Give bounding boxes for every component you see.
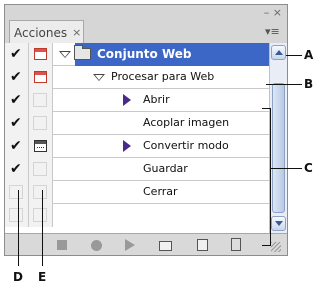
callout-b: B [304,77,314,91]
collapse-triangle-icon[interactable] [93,74,105,81]
checkmark-icon: ✔ [10,161,22,177]
callout-d: D [13,270,23,284]
minimize-icon[interactable]: – [264,6,270,19]
toggle-item-cell[interactable]: ✔ [5,158,29,181]
tab-close-icon[interactable]: × [72,26,81,39]
dialog-toggle-cell[interactable] [29,89,53,112]
callout-bracket-c-top [262,108,271,109]
dialog-toggle-cell[interactable] [29,112,53,135]
list-filler [5,204,269,227]
toggle-item-cell[interactable]: ✔ [5,112,29,135]
checkmark-icon: ✔ [10,69,22,85]
callout-bracket-c-bottom [262,245,271,246]
dialog-toggle-cell[interactable] [29,43,53,66]
callout-line-e [42,190,43,266]
toggle-item-cell[interactable]: ✔ [5,43,29,66]
folder-icon [74,45,91,60]
toggle-item-cell[interactable] [5,181,29,204]
actions-panel: Acciones × – × ▾≡ ✔ Conjunto Web ✔ Proce… [4,4,288,256]
window-buttons: – × [264,6,282,19]
new-action-icon[interactable] [197,239,208,251]
empty-cell [5,204,29,227]
toggle-item-cell[interactable]: ✔ [5,89,29,112]
command-label: Cerrar [143,185,178,198]
toggle-item-cell[interactable]: ✔ [5,66,29,89]
checkmark-icon: ✔ [10,138,22,154]
actions-toolbar [5,233,287,255]
dialog-off-icon [33,116,47,130]
checkmark-icon: ✔ [10,46,22,62]
list-item-command[interactable]: ✔ Convertir modo [5,135,269,158]
dialog-off-icon [33,162,47,176]
collapse-triangle-icon[interactable] [59,51,71,58]
new-set-icon[interactable] [159,241,172,251]
callout-line-c [270,168,302,169]
check-off-icon [9,208,23,222]
check-off-icon [9,185,23,199]
checkmark-icon: ✔ [10,92,22,108]
list-item-action[interactable]: ✔ Procesar para Web [5,66,269,89]
set-highlight: Conjunto Web [74,43,269,66]
dialog-toggle-cell[interactable] [29,135,53,158]
callout-a: A [304,48,314,62]
action-label: Procesar para Web [111,70,215,83]
dialog-off-icon [33,208,47,222]
dialog-toggle-cell[interactable] [29,66,53,89]
command-label: Abrir [143,93,170,106]
dialog-toggle-cell[interactable] [29,158,53,181]
callout-e: E [38,270,47,284]
dialog-off-icon [33,185,47,199]
close-icon[interactable]: × [273,6,282,19]
tab-label: Acciones [14,25,68,40]
command-label: Acoplar imagen [143,116,230,129]
command-label: Convertir modo [143,139,229,152]
callout-bracket-c [270,108,271,246]
record-icon[interactable] [91,240,102,251]
expand-triangle-icon[interactable] [123,140,131,152]
checkmark-icon: ✔ [10,115,22,131]
panel-menu-icon[interactable]: ▾≡ [265,25,281,39]
resize-grip-icon[interactable] [271,242,281,252]
scroll-down-icon[interactable] [271,216,286,231]
tab-acciones[interactable]: Acciones × [9,20,84,44]
expand-triangle-icon[interactable] [123,94,131,106]
stop-icon[interactable] [57,240,67,250]
callout-line-d [18,190,19,266]
dialog-toggle-cell[interactable] [29,181,53,204]
list-item-command[interactable]: ✔ Abrir [5,89,269,112]
trash-icon[interactable] [231,238,241,251]
scroll-up-icon[interactable] [271,45,286,60]
list-item-command[interactable]: ✔ Acoplar imagen [5,112,269,135]
dialog-on-icon [34,140,47,152]
callout-line-b [266,84,302,85]
panel-tabstrip: Acciones × – × ▾≡ [5,5,287,44]
set-label: Conjunto Web [97,47,192,61]
list-item-set[interactable]: ✔ Conjunto Web [5,43,269,66]
toggle-item-cell[interactable]: ✔ [5,135,29,158]
vertical-scrollbar[interactable] [269,43,287,233]
actions-list: ✔ Conjunto Web ✔ Procesar para Web ✔ Abr… [5,43,287,233]
list-item-command[interactable]: ✔ Guardar [5,158,269,181]
list-item-command[interactable]: Cerrar [5,181,269,204]
empty-cell [29,204,53,227]
dialog-on-icon [34,71,47,83]
dialog-off-icon [33,93,47,107]
callout-line-a [286,55,302,56]
scroll-thumb[interactable] [272,83,285,213]
command-label: Guardar [143,162,188,175]
play-icon[interactable] [125,239,135,251]
callout-c: C [304,161,313,175]
dialog-on-icon [34,48,47,60]
